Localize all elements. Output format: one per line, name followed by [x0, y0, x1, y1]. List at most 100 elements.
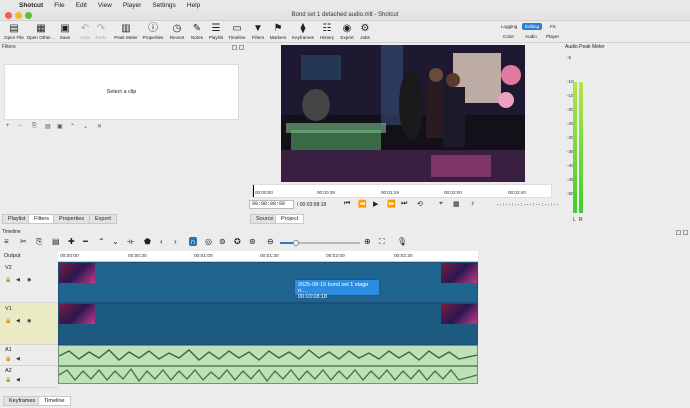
mute-icon[interactable]: ◀ [16, 377, 20, 383]
visibility-icon[interactable]: ◉ [27, 318, 31, 324]
tab-project[interactable]: Project [275, 214, 305, 224]
marker-icon[interactable]: ⬟ [144, 237, 151, 246]
visibility-icon[interactable]: ◉ [27, 277, 31, 283]
zoom-slider[interactable] [280, 240, 360, 246]
properties-button[interactable]: ⓘ Properties [142, 23, 164, 40]
player-ruler[interactable]: 00:00:00 00:00:39 00:01:19 00:02:00 00:0… [252, 184, 552, 198]
menu-edit[interactable]: Edit [76, 2, 87, 9]
prev-marker-icon[interactable]: ‹ [160, 237, 163, 246]
deselect-filter-icon[interactable]: ✕ [97, 123, 102, 130]
layout-editing[interactable]: Editing [522, 23, 543, 30]
redo-button[interactable]: ↷ Redo [90, 23, 112, 40]
track-header-a2[interactable]: A2 🔒 ◀ [0, 366, 58, 388]
tab-playlist[interactable]: Playlist [2, 214, 32, 224]
timeline-button[interactable]: ▭ Timeline [226, 23, 248, 40]
layout-color[interactable]: Color [503, 34, 514, 39]
skip-previous-icon[interactable]: ⏮ [344, 200, 350, 208]
tab-keyframes[interactable]: Keyframes [3, 396, 42, 406]
close-timeline-icon[interactable] [683, 230, 688, 235]
open-other-button[interactable]: ▦ Open Other… [27, 23, 56, 40]
tab-filters[interactable]: Filters [28, 214, 55, 224]
clip-a1[interactable] [58, 345, 478, 366]
rewind-icon[interactable]: ⏪ [358, 200, 367, 208]
clip-v2[interactable] [58, 262, 478, 303]
menu-help[interactable]: Help [187, 2, 200, 9]
menu-file[interactable]: File [54, 2, 64, 9]
zoom-out-icon[interactable]: ⊖ [267, 237, 274, 246]
add-filter-icon[interactable]: + [6, 123, 10, 129]
timeline-ruler[interactable]: 00:00:00 00:00:30 00:01:00 00:01:30 00:0… [58, 251, 478, 262]
snap-icon[interactable]: ∩ [189, 237, 197, 246]
layout-audio[interactable]: Audio [525, 34, 537, 39]
filters-button[interactable]: ▼ Filters [247, 23, 269, 40]
video-preview[interactable] [281, 45, 525, 182]
float-panel-icon[interactable] [232, 45, 237, 50]
copy-filter-icon[interactable]: ⎘ [32, 123, 37, 130]
track-header-v2[interactable]: V2 🔒 ◀ ◉ [0, 262, 58, 303]
skip-next-icon[interactable]: ⏭ [401, 200, 407, 208]
menu-app[interactable]: Shotcut [19, 2, 43, 9]
play-icon[interactable]: ▶ [373, 200, 378, 208]
remove-filter-icon[interactable]: − [18, 123, 22, 129]
tab-properties[interactable]: Properties [53, 214, 91, 224]
append-icon[interactable]: ✚ [68, 237, 75, 246]
move-down-icon[interactable]: ⌄ [83, 123, 88, 130]
float-timeline-icon[interactable] [676, 230, 681, 235]
overwrite-icon[interactable]: ⌄ [112, 237, 119, 246]
player-playhead[interactable] [253, 185, 254, 197]
zoom-fit-icon[interactable]: ⛶ [379, 237, 385, 246]
layout-player[interactable]: Player [546, 34, 559, 39]
ripple-delete-icon[interactable]: ━ [83, 237, 88, 246]
layout-logging[interactable]: Logging [501, 24, 517, 29]
clip-v1[interactable] [58, 303, 478, 345]
mute-icon[interactable]: ◀ [16, 318, 20, 324]
save-preset-icon[interactable]: ▣ [57, 123, 63, 130]
playlist-button[interactable]: ☰ Playlist [205, 23, 227, 40]
paste-icon[interactable]: ▤ [52, 237, 60, 246]
track-header-a1[interactable]: A1 🔒 ◀ [0, 345, 58, 366]
selected-clip-label[interactable]: 2025-08-16 bond set 1 stage ri… 00:03:08… [294, 279, 380, 300]
menu-settings[interactable]: Settings [152, 2, 176, 9]
zoom-in-icon[interactable]: ⊕ [364, 237, 371, 246]
save-button[interactable]: ▣ Save [54, 23, 76, 40]
keyframes-button[interactable]: ⧫ Keyframes [292, 23, 314, 40]
loop-icon[interactable]: ⟲ [417, 200, 423, 208]
zoom-icon[interactable]: ⌖ [439, 200, 443, 208]
ripple-icon[interactable]: ⊚ [219, 237, 226, 246]
cut-icon[interactable]: ✂ [20, 237, 27, 246]
menu-icon[interactable]: ≡ [4, 237, 9, 246]
grid-icon[interactable]: ▦ [453, 200, 460, 208]
move-up-icon[interactable]: ⌃ [70, 123, 75, 130]
lock-icon[interactable]: 🔒 [5, 318, 11, 324]
timecode-input[interactable]: 00:00:00:00 [249, 200, 294, 209]
markers-button[interactable]: ⚑ Markers [267, 23, 289, 40]
scrub-icon[interactable]: ◎ [205, 237, 212, 246]
mute-icon[interactable]: ◀ [16, 356, 20, 362]
lock-icon[interactable]: 🔒 [5, 277, 11, 283]
fast-forward-icon[interactable]: ⏩ [387, 200, 396, 208]
menu-player[interactable]: Player [123, 2, 141, 9]
ripple-markers-icon[interactable]: ⊛ [249, 237, 256, 246]
menu-view[interactable]: View [98, 2, 112, 9]
volume-icon[interactable]: ♪ [471, 200, 475, 207]
peak-meter-button[interactable]: ▥ Peak Meter [114, 23, 138, 40]
lock-icon[interactable]: 🔒 [5, 377, 11, 383]
tab-timeline[interactable]: Timeline [38, 396, 71, 406]
recent-button[interactable]: ◷ Recent [166, 23, 188, 40]
layout-fx[interactable]: FX [550, 24, 556, 29]
close-panel-icon[interactable] [239, 45, 244, 50]
zoom-slider-handle[interactable] [293, 240, 299, 246]
history-button[interactable]: ☷ History [316, 23, 338, 40]
next-marker-icon[interactable]: › [174, 237, 177, 246]
split-icon[interactable]: ⟛ [127, 237, 134, 246]
lock-icon[interactable]: 🔒 [5, 356, 11, 362]
tab-export[interactable]: Export [89, 214, 117, 224]
paste-filter-icon[interactable]: ▤ [45, 123, 51, 130]
jobs-button[interactable]: ⚙ Jobs [354, 23, 376, 40]
track-header-v1[interactable]: V1 🔒 ◀ ◉ [0, 303, 58, 345]
copy-icon[interactable]: ⎘ [36, 237, 42, 246]
open-file-button[interactable]: ▤ Open File [3, 23, 25, 40]
clip-a2[interactable] [58, 366, 478, 384]
lift-icon[interactable]: ⌃ [98, 237, 105, 246]
ripple-all-icon[interactable]: ✪ [234, 237, 241, 246]
